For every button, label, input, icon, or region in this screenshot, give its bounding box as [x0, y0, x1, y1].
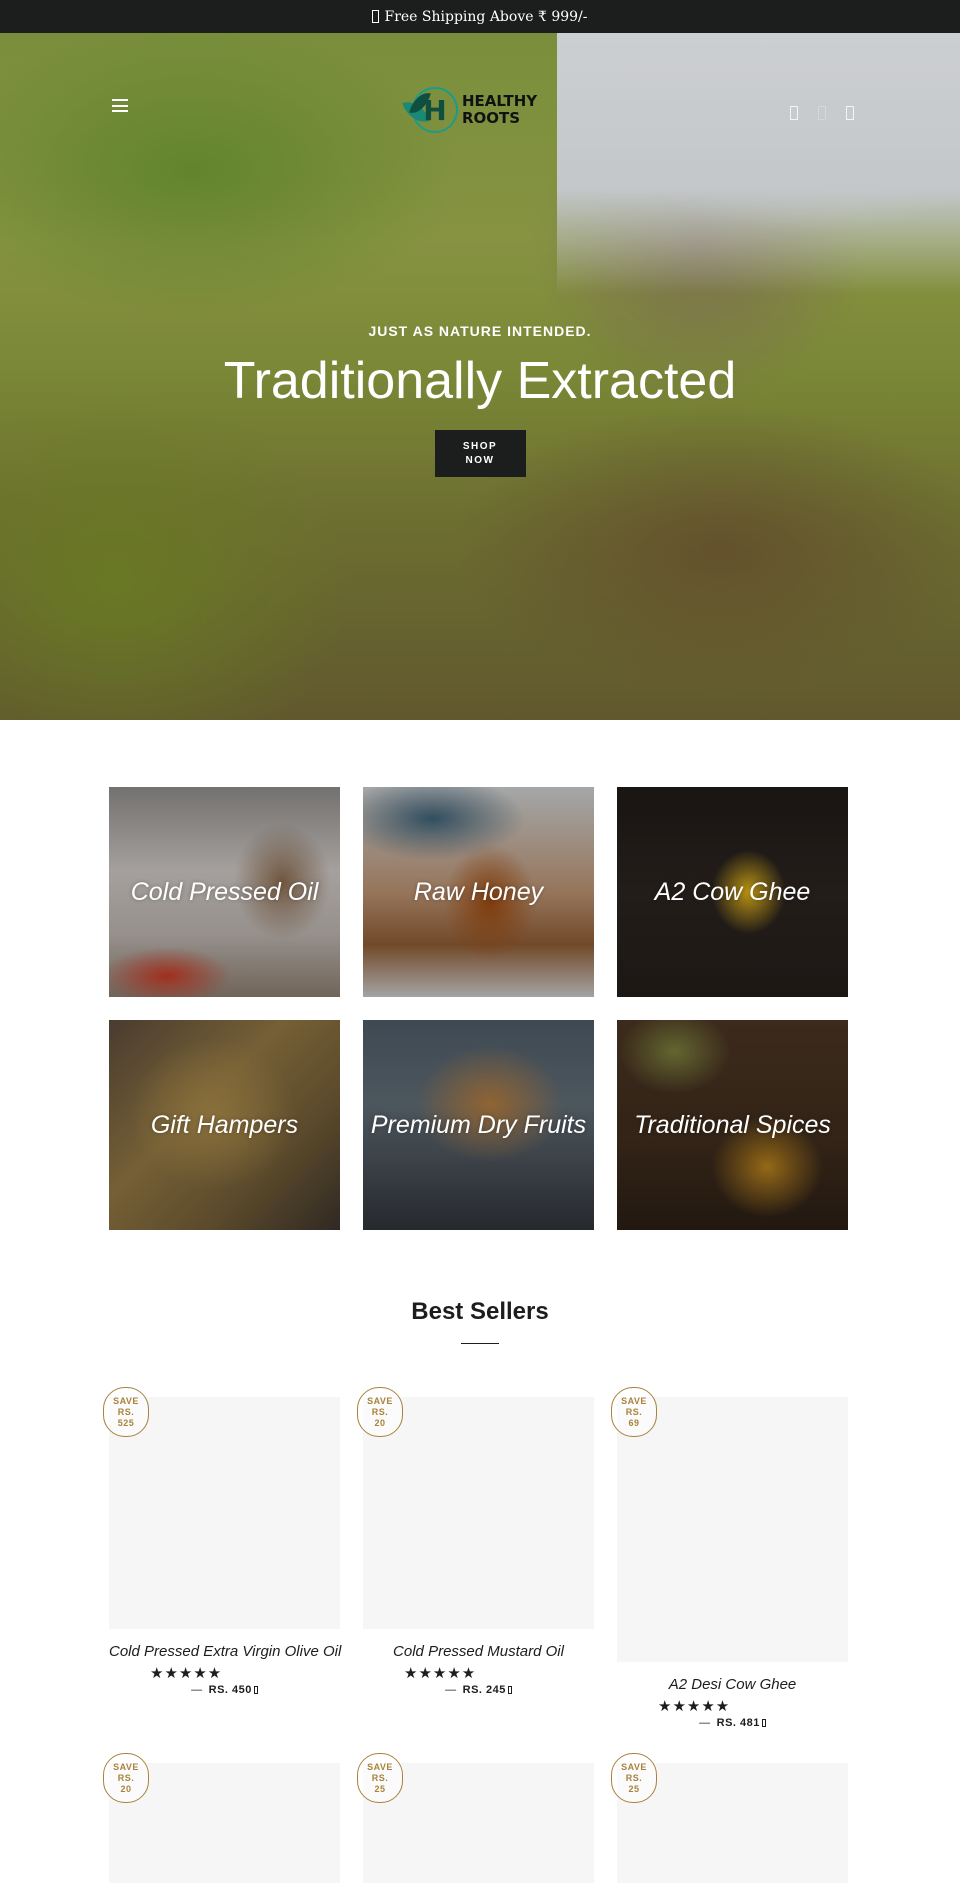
save-badge: SAVE RS. 20	[357, 1387, 403, 1437]
best-sellers-heading: Best Sellers	[411, 1298, 549, 1325]
product-title[interactable]: Cold Pressed Mustard Oil	[363, 1643, 594, 1660]
product-image[interactable]	[617, 1397, 848, 1662]
save-badge: SAVE RS. 69	[611, 1387, 657, 1437]
logo-wordmark: HEALTHY ROOTS	[462, 92, 538, 127]
collection-cold-pressed-oil[interactable]: Cold Pressed Oil	[109, 787, 340, 997]
product-price: — RS. 245	[363, 1684, 594, 1696]
star-rating: ★★★★★	[658, 1698, 731, 1715]
collection-raw-honey[interactable]: Raw Honey	[363, 787, 594, 997]
product-card[interactable]: SAVE RS. 20	[103, 1753, 340, 1883]
announcement-bar: Free Shipping Above ₹ 999/-	[0, 0, 960, 33]
search-icon[interactable]	[790, 106, 798, 120]
product-price: — RS. 481	[617, 1717, 848, 1729]
collection-premium-dry-fruits[interactable]: Premium Dry Fruits	[363, 1020, 594, 1230]
announcement-icon	[372, 10, 380, 23]
save-badge: SAVE RS. 25	[357, 1753, 403, 1803]
hamburger-menu-icon[interactable]	[112, 99, 128, 112]
star-rating: ★★★★★	[404, 1665, 477, 1682]
logo-mark-icon: H	[402, 87, 458, 133]
product-title[interactable]: A2 Desi Cow Ghee	[617, 1676, 848, 1693]
save-badge: SAVE RS. 25	[611, 1753, 657, 1803]
product-card[interactable]: SAVE RS. 25	[611, 1753, 848, 1883]
hero-content: JUST AS NATURE INTENDED. Traditionally E…	[0, 323, 960, 477]
hero-title: Traditionally Extracted	[223, 352, 737, 410]
product-image[interactable]	[109, 1397, 340, 1629]
product-price: — RS. 450	[109, 1684, 340, 1696]
site-logo[interactable]: H HEALTHY ROOTS	[402, 85, 552, 135]
header-actions	[790, 106, 854, 120]
heading-divider	[461, 1343, 499, 1344]
hero-subheading: JUST AS NATURE INTENDED.	[368, 323, 592, 339]
product-card[interactable]: SAVE RS. 525 Cold Pressed Extra Virgin Oli…	[103, 1387, 341, 1696]
collection-traditional-spices[interactable]: Traditional Spices	[617, 1020, 848, 1230]
product-card[interactable]: SAVE RS. 20 Cold Pressed Mustard Oil ★★★★★…	[357, 1387, 594, 1696]
cart-icon[interactable]	[846, 106, 854, 120]
account-icon[interactable]	[818, 106, 826, 120]
product-title[interactable]: Cold Pressed Extra Virgin Olive Oil	[109, 1643, 341, 1660]
product-card[interactable]: SAVE RS. 69 A2 Desi Cow Ghee ★★★★★ — RS. 48…	[611, 1387, 848, 1729]
save-badge: SAVE RS. 20	[103, 1753, 149, 1803]
announcement-text: Free Shipping Above ₹ 999/-	[384, 8, 588, 25]
star-rating: ★★★★★	[150, 1665, 223, 1682]
save-badge: SAVE RS. 525	[103, 1387, 149, 1437]
product-image[interactable]	[363, 1397, 594, 1629]
collection-a2-cow-ghee[interactable]: A2 Cow Ghee	[617, 787, 848, 997]
shop-now-button[interactable]: SHOP NOW	[434, 430, 526, 477]
hero-slideshow: H HEALTHY ROOTS JUST AS NATURE INTENDED.…	[0, 33, 960, 720]
site-header: H HEALTHY ROOTS	[0, 33, 960, 133]
collection-grid: Cold Pressed Oil Raw Honey A2 Cow Ghee G…	[109, 787, 849, 1230]
product-card[interactable]: SAVE RS. 25	[357, 1753, 594, 1883]
collection-gift-hampers[interactable]: Gift Hampers	[109, 1020, 340, 1230]
